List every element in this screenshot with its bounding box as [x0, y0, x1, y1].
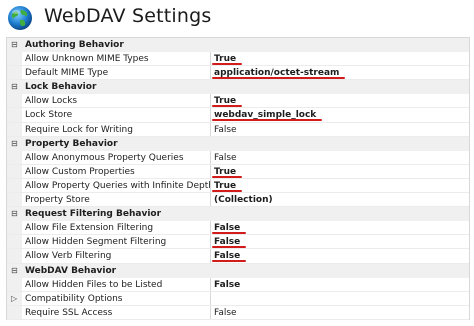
property-row-allow-property-queries-with-infinite-depth[interactable]: Allow Property Queries with Infinite Dep…: [7, 178, 469, 194]
row-gutter: [7, 66, 22, 80]
row-gutter: [7, 221, 22, 235]
property-name: Allow Property Queries with Infinite Dep…: [25, 178, 211, 193]
globe-icon: [8, 6, 32, 30]
property-row-require-lock-for-writing[interactable]: Require Lock for Writing False: [7, 122, 469, 137]
category-property-behavior[interactable]: ⊟ Property Behavior: [7, 136, 469, 151]
property-name: Default MIME Type: [25, 66, 211, 80]
property-name: Allow Custom Properties: [25, 164, 211, 178]
expand-arrow-icon[interactable]: ▷: [11, 292, 17, 306]
category-label: Lock Behavior: [25, 82, 97, 93]
red-underline-mark: [212, 232, 247, 235]
property-value[interactable]: False: [214, 123, 237, 137]
property-row-allow-verb-filtering[interactable]: Allow Verb Filtering False: [7, 249, 469, 264]
category-authoring-behavior[interactable]: ⊟ Authoring Behavior: [7, 38, 469, 53]
property-name: Require Lock for Writing: [25, 122, 211, 136]
row-gutter: [7, 193, 22, 207]
property-name: Lock Store: [25, 108, 211, 122]
property-value[interactable]: (Collection): [214, 193, 273, 207]
row-gutter: [7, 52, 22, 66]
property-name: Compatibility Options: [25, 291, 211, 305]
property-row-lock-store[interactable]: Lock Store webdav_simple_lock: [7, 108, 469, 123]
property-value[interactable]: False: [214, 278, 240, 292]
collapse-toggle-icon[interactable]: ⊟: [11, 137, 18, 151]
property-name: Allow Verb Filtering: [25, 249, 211, 263]
property-row-compatibility-options[interactable]: ▷ Compatibility Options: [7, 291, 469, 306]
property-name: Allow Anonymous Property Queries: [25, 150, 211, 164]
window-title: WebDAV Settings: [44, 5, 212, 27]
property-row-allow-anonymous-property-queries[interactable]: Allow Anonymous Property Queries False: [7, 150, 469, 165]
collapse-toggle-icon[interactable]: ⊟: [11, 38, 18, 52]
property-name: Property Store: [25, 193, 211, 207]
property-row-allow-unknown-mime-types[interactable]: Allow Unknown MIME Types True: [7, 52, 469, 67]
property-row-default-mime-type[interactable]: Default MIME Type application/octet-strea…: [7, 66, 469, 81]
collapse-toggle-icon[interactable]: ⊟: [11, 207, 18, 221]
category-label: Authoring Behavior: [25, 40, 124, 50]
collapse-toggle-icon[interactable]: ⊟: [11, 264, 18, 278]
category-label: Property Behavior: [25, 138, 118, 149]
window-header: WebDAV Settings: [0, 0, 474, 36]
row-gutter: [7, 150, 22, 164]
property-name: Allow Locks: [25, 94, 211, 108]
row-gutter: [7, 122, 22, 136]
collapse-toggle-icon[interactable]: ⊟: [11, 80, 18, 94]
row-gutter: [7, 108, 22, 122]
property-name: Require SSL Access: [25, 305, 211, 319]
row-gutter: [7, 249, 22, 263]
category-label: Request Filtering Behavior: [25, 209, 162, 220]
row-gutter: [7, 94, 22, 108]
category-request-filtering-behavior[interactable]: ⊟ Request Filtering Behavior: [7, 207, 469, 222]
property-name: Allow Hidden Files to be Listed: [25, 277, 211, 291]
property-row-require-ssl-access[interactable]: Require SSL Access False: [7, 305, 469, 320]
red-underline-mark: [212, 189, 243, 192]
property-name: Allow Hidden Segment Filtering: [25, 235, 211, 249]
category-lock-behavior[interactable]: ⊟ Lock Behavior: [7, 80, 469, 95]
property-row-property-store[interactable]: Property Store (Collection): [7, 193, 469, 208]
row-gutter: [7, 235, 22, 249]
row-gutter: [7, 277, 22, 291]
red-underline-mark: [212, 63, 243, 66]
property-row-allow-hidden-segment-filtering[interactable]: Allow Hidden Segment Filtering False: [7, 235, 469, 250]
category-label: WebDAV Behavior: [25, 265, 117, 276]
property-grid: ⊟ Authoring Behavior Allow Unknown MIME Ty…: [6, 37, 470, 320]
row-gutter: [7, 305, 22, 319]
category-webdav-behavior[interactable]: ⊟ WebDAV Behavior: [7, 263, 469, 278]
property-row-allow-custom-properties[interactable]: Allow Custom Properties True: [7, 164, 469, 179]
property-name: Allow Unknown MIME Types: [25, 52, 211, 66]
property-row-allow-hidden-files-to-be-listed[interactable]: Allow Hidden Files to be Listed False: [7, 277, 469, 292]
row-gutter: [7, 178, 22, 193]
property-value[interactable]: False: [214, 306, 237, 320]
property-row-allow-locks[interactable]: Allow Locks True: [7, 94, 469, 109]
red-underline-mark: [212, 175, 243, 178]
property-row-allow-file-extension-filtering[interactable]: Allow File Extension Filtering False: [7, 221, 469, 236]
property-name: Allow File Extension Filtering: [25, 221, 211, 235]
red-underline-mark: [212, 77, 346, 80]
row-gutter: [7, 164, 22, 178]
red-underline-mark: [212, 246, 247, 249]
property-value[interactable]: False: [214, 151, 237, 165]
